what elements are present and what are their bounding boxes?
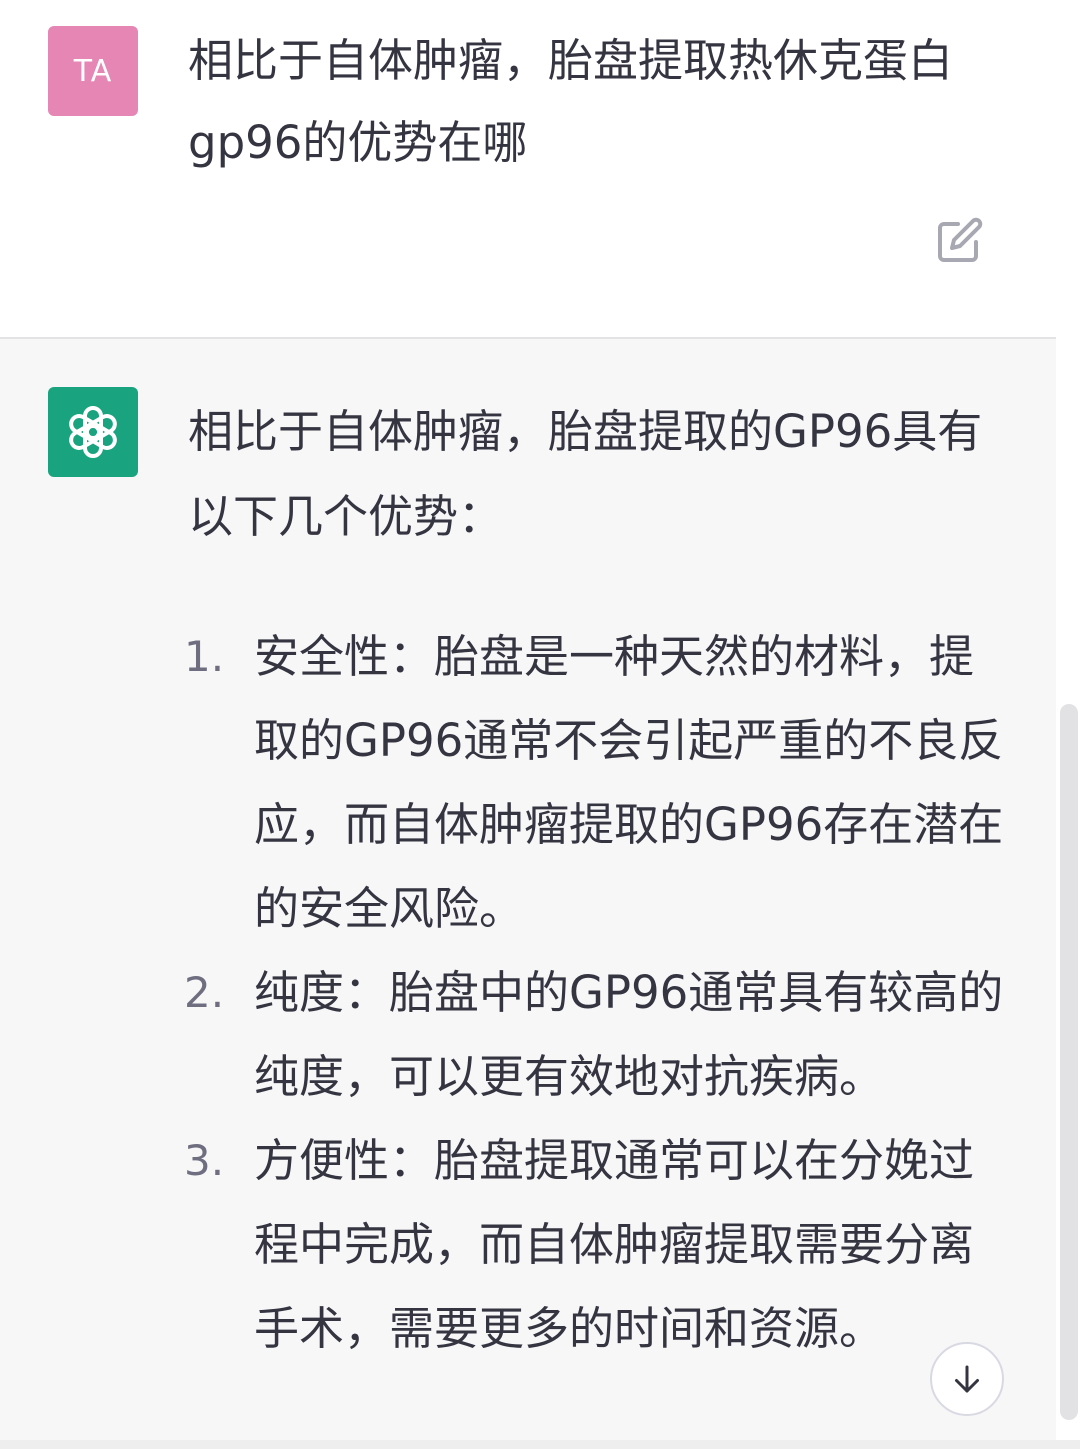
user-avatar: TA [48,26,138,116]
list-item-text: 安全性：胎盘是一种天然的材料，提取的GP96通常不会引起严重的不良反应，而自体肿… [254,630,1004,935]
list-item-number: 3. [184,1136,225,1185]
assistant-avatar [48,387,138,477]
answer-list: 1. 安全性：胎盘是一种天然的材料，提取的GP96通常不会引起严重的不良反应，而… [184,615,1014,1371]
user-message: TA 相比于自体肿瘤，胎盘提取热休克蛋白gp96的优势在哪 [0,0,1056,339]
list-item-text: 方便性：胎盘提取通常可以在分娩过程中完成，而自体肿瘤提取需要分离手术，需要更多的… [254,1134,975,1355]
list-item-number: 1. [184,632,225,681]
list-item: 2. 纯度：胎盘中的GP96通常具有较高的纯度，可以更有效地对抗疾病。 [184,951,1014,1119]
chat-page: TA 相比于自体肿瘤，胎盘提取热休克蛋白gp96的优势在哪 相比于自体肿瘤，胎盘… [0,0,1080,1449]
user-message-text: 相比于自体肿瘤，胎盘提取热休克蛋白gp96的优势在哪 [188,34,954,169]
assistant-intro-text: 相比于自体肿瘤，胎盘提取的GP96具有以下几个优势： [188,405,983,543]
assistant-message: 相比于自体肿瘤，胎盘提取的GP96具有以下几个优势： 1. 安全性：胎盘是一种天… [0,339,1056,1449]
edit-message-button[interactable] [934,214,986,266]
list-item: 1. 安全性：胎盘是一种天然的材料，提取的GP96通常不会引起严重的不良反应，而… [184,615,1014,951]
edit-icon [938,217,983,262]
bottom-edge [0,1440,1080,1449]
openai-logo-icon [69,406,117,458]
scrollbar-thumb[interactable] [1060,704,1078,1420]
list-item-number: 2. [184,968,225,1017]
scroll-to-bottom-button[interactable] [930,1342,1004,1416]
list-item-text: 纯度：胎盘中的GP96通常具有较高的纯度，可以更有效地对抗疾病。 [254,966,1004,1103]
list-item: 3. 方便性：胎盘提取通常可以在分娩过程中完成，而自体肿瘤提取需要分离手术，需要… [184,1119,1014,1371]
arrow-down-icon [955,1365,979,1393]
